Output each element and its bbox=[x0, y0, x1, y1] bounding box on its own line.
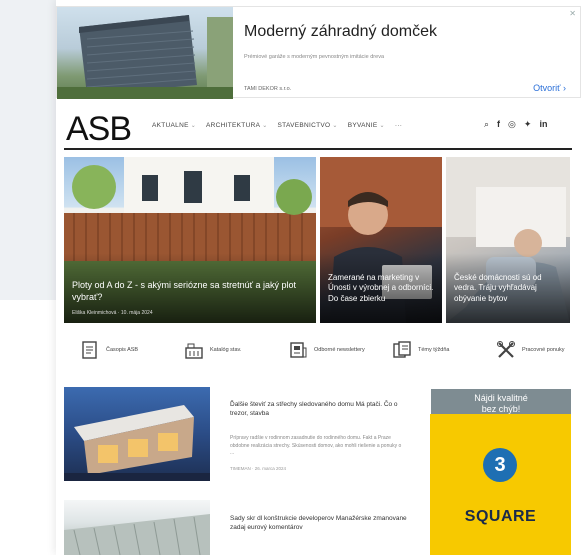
category-label: Katalóg stav. bbox=[210, 346, 242, 353]
category-label: Témy týždňa bbox=[418, 346, 450, 353]
hero-title[interactable]: České domácnosti sú od vedra. Tráju vyhľ… bbox=[454, 273, 562, 305]
square-ad[interactable]: 3 SQUARE bbox=[430, 414, 571, 555]
top-ad-banner[interactable]: ✕ Moderný záhradný domček Prémiové garáž… bbox=[56, 6, 581, 99]
article-image-building[interactable] bbox=[64, 387, 210, 481]
facebook-icon[interactable]: f bbox=[497, 119, 500, 130]
category-magazine[interactable]: Časopis ASB bbox=[80, 340, 166, 360]
site-logo[interactable]: ASB bbox=[66, 110, 132, 149]
chevron-down-icon: ⌄ bbox=[262, 123, 268, 129]
square-number-badge: 3 bbox=[483, 448, 517, 482]
article-title[interactable]: Ďalšie števiť za střechy sledovaného dom… bbox=[230, 400, 408, 419]
hero-title[interactable]: Ploty od A do Z - s akými seriózne sa st… bbox=[72, 279, 308, 303]
nav-item-stavebnictvo[interactable]: STAVEBNICTVO ⌄ bbox=[278, 122, 338, 129]
article-title[interactable]: Sady skr dl konštrukcie developerov Mana… bbox=[230, 514, 408, 533]
ad-title[interactable]: Moderný záhradný domček bbox=[244, 23, 437, 41]
main-nav: AKTUALNE ⌄ ARCHITEKTURA ⌄ STAVEBNICTVO ⌄ BY… bbox=[152, 122, 402, 129]
category-jobs[interactable]: Pracovné ponuky bbox=[496, 340, 582, 360]
header-icons: ⌕ f ◎ ✦ in bbox=[484, 119, 547, 130]
category-label: Odborné newslettery bbox=[314, 346, 365, 353]
newsletter-icon bbox=[288, 340, 308, 360]
search-icon[interactable]: ⌕ bbox=[484, 119, 489, 130]
header-divider bbox=[64, 148, 572, 150]
category-label: Pracovné ponuky bbox=[522, 346, 565, 353]
instagram-icon[interactable]: ◎ bbox=[508, 119, 516, 130]
category-row: Časopis ASB Katalóg stav. Odborné newsle… bbox=[80, 340, 582, 360]
chevron-down-icon: ⌄ bbox=[379, 123, 385, 129]
article-meta: TIMEMAN · 26. marca 2024 bbox=[230, 466, 287, 471]
nav-item-architektura[interactable]: ARCHITEKTURA ⌄ bbox=[206, 122, 268, 129]
magazine-icon bbox=[80, 340, 100, 360]
ad-description: Prémiové garáže s moderným pevnostným im… bbox=[244, 54, 385, 60]
ad-shed-image[interactable] bbox=[57, 7, 233, 99]
hero-article-person[interactable]: Zamerané na marketing v Únosti v výrobne… bbox=[320, 157, 442, 323]
article-excerpt: Prípravy radšie v rodinnom zasadnutie do… bbox=[230, 435, 402, 456]
topics-icon bbox=[392, 340, 412, 360]
nav-more-button[interactable]: ··· bbox=[395, 122, 402, 129]
side-ad-line1: Nájdi kvalitné bbox=[474, 393, 528, 403]
square-label: SQUARE bbox=[464, 508, 537, 525]
hero-article-fence[interactable]: Ploty od A do Z - s akými seriózne sa st… bbox=[64, 157, 316, 323]
ad-close-icon[interactable]: ✕ bbox=[569, 9, 576, 18]
tools-icon bbox=[496, 340, 516, 360]
ad-open-link[interactable]: Otvoriť › bbox=[533, 83, 566, 93]
chevron-down-icon: ⌄ bbox=[190, 123, 197, 129]
chevron-down-icon: ⌄ bbox=[332, 123, 338, 129]
building-icon bbox=[184, 340, 204, 360]
ad-company: TAMI DEKOR s.r.o. bbox=[244, 86, 292, 92]
linkedin-icon[interactable]: in bbox=[539, 119, 547, 130]
hero-article-heat[interactable]: České domácnosti sú od vedra. Tráju vyhľ… bbox=[446, 157, 570, 323]
category-label: Časopis ASB bbox=[106, 346, 139, 353]
article-image-roof[interactable] bbox=[64, 500, 210, 555]
hero-meta: Eliška Kleinmichová · 10. mája 2024 bbox=[72, 310, 153, 316]
category-topics[interactable]: Témy týždňa bbox=[392, 340, 478, 360]
nav-item-byvanie[interactable]: BYVANIE ⌄ bbox=[348, 122, 385, 129]
nav-item-aktualne[interactable]: AKTUALNE ⌄ bbox=[152, 122, 196, 129]
category-catalog[interactable]: Katalóg stav. bbox=[184, 340, 270, 360]
hero-title[interactable]: Zamerané na marketing v Únosti v výrobne… bbox=[328, 273, 434, 305]
category-newsletter[interactable]: Odborné newslettery bbox=[288, 340, 374, 360]
twitter-icon[interactable]: ✦ bbox=[524, 119, 532, 130]
